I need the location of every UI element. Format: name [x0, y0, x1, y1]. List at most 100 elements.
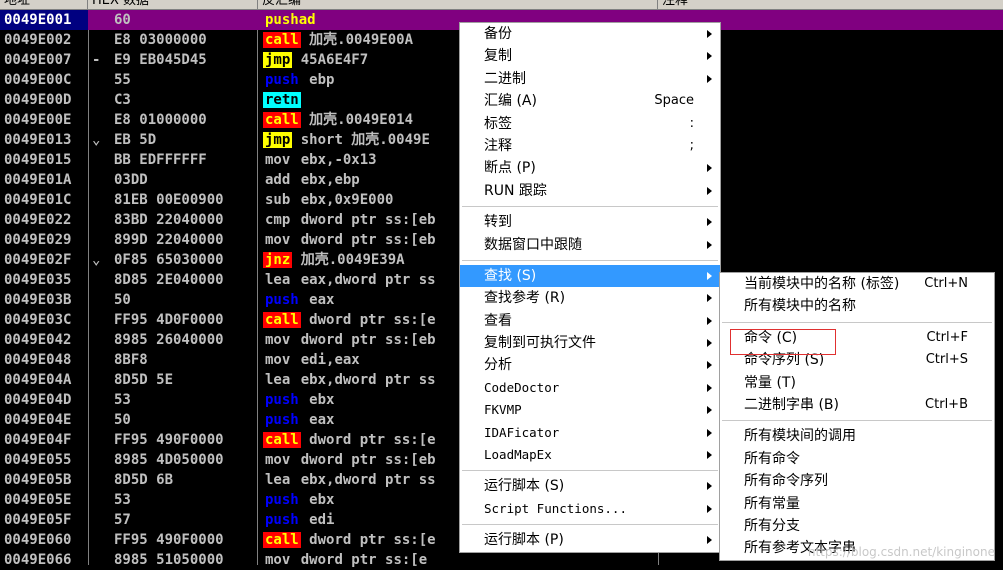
menu-item-label: 二进制字串 (B) [744, 396, 839, 413]
menu-item-16[interactable]: 分析 [460, 354, 720, 376]
menu-item-find-0[interactable]: 当前模块中的名称 (标签) Ctrl+N [720, 273, 994, 295]
menu-item-20[interactable]: LoadMapEx [460, 444, 720, 466]
row-operands: eax [309, 412, 335, 428]
row-hex-bytes: 8D85 2E040000 [114, 272, 224, 288]
menu-item-find-1[interactable]: 所有模块中的名称 [720, 295, 994, 317]
menu-item-find-3[interactable]: 命令 (C) Ctrl+F [720, 327, 994, 349]
menu-item-find-5[interactable]: 常量 (T) [720, 372, 994, 394]
menu-item-label: 所有分支 [744, 517, 800, 534]
row-address: 0049E05B [4, 472, 72, 488]
menu-item-15[interactable]: 复制到可执行文件 [460, 332, 720, 354]
menu-separator [462, 470, 718, 472]
menu-item-6[interactable]: 断点 (P) [460, 157, 720, 179]
menu-item-3[interactable]: 汇编 (A) Space [460, 90, 720, 112]
menu-item-find-4[interactable]: 命令序列 (S) Ctrl+S [720, 349, 994, 371]
row-operands: ebx,ebp [300, 172, 360, 188]
menu-item-22[interactable]: 运行脚本 (S) [460, 475, 720, 497]
row-hex-bytes: FF95 490F0000 [114, 432, 224, 448]
submenu-arrow-icon [707, 52, 712, 61]
menu-item-find-12[interactable]: 所有分支 [720, 515, 994, 537]
row-operands: ebx,0x9E000 [300, 192, 394, 208]
menu-item-label: 所有常量 [744, 495, 800, 512]
row-mnemonic: call [263, 532, 301, 548]
menu-item-10[interactable]: 数据窗口中跟随 [460, 234, 720, 256]
menu-item-18[interactable]: FKVMP [460, 399, 720, 421]
menu-item-2[interactable]: 二进制 [460, 68, 720, 90]
row-address: 0049E007 [4, 52, 72, 68]
column-header-hex[interactable]: HEX 数据 [88, 0, 258, 9]
row-address: 0049E001 [0, 10, 88, 30]
submenu-arrow-icon [707, 504, 712, 513]
menu-item-19[interactable]: IDAFicator [460, 422, 720, 444]
submenu-arrow-icon [707, 482, 712, 491]
row-operands: ebx [309, 492, 335, 508]
menu-item-7[interactable]: RUN 跟踪 [460, 180, 720, 202]
row-mnemonic: call [263, 112, 301, 128]
row-mnemonic: add [265, 172, 291, 188]
row-mnemonic: call [263, 32, 301, 48]
row-hex-bytes: 50 [114, 292, 131, 308]
menu-item-0[interactable]: 备份 [460, 23, 720, 45]
row-operands: dword ptr ss:[e [309, 432, 436, 448]
row-address: 0049E04A [4, 372, 72, 388]
menu-item-find-8[interactable]: 所有模块间的调用 [720, 425, 994, 447]
submenu-arrow-icon [707, 186, 712, 195]
menu-item-label: RUN 跟踪 [484, 182, 547, 199]
row-mnemonic: jmp [263, 132, 293, 148]
column-header-comment[interactable]: 注释 [658, 0, 1003, 9]
menu-item-13[interactable]: 查找参考 (R) [460, 287, 720, 309]
menu-item-label: 所有命令序列 [744, 473, 828, 490]
row-address: 0049E00E [4, 112, 72, 128]
row-operands: ebx,dword ptr ss [300, 472, 436, 488]
row-address: 0049E015 [4, 152, 72, 168]
column-header-disasm[interactable]: 反汇编 [258, 0, 658, 9]
submenu-arrow-icon [707, 451, 712, 460]
row-mnemonic: pushad [265, 12, 316, 28]
submenu-arrow-icon [707, 383, 712, 392]
menu-item-shortcut: Space [654, 93, 694, 109]
column-header-address[interactable]: 地址 [0, 0, 88, 9]
row-mnemonic: lea [265, 472, 291, 488]
menu-item-9[interactable]: 转到 [460, 211, 720, 233]
row-disassembly: mov dword ptr ss:[e [263, 550, 663, 570]
row-address: 0049E01A [4, 172, 72, 188]
menu-item-find-6[interactable]: 二进制字串 (B) Ctrl+B [720, 394, 994, 416]
row-address: 0049E048 [4, 352, 72, 368]
row-hex-bytes: 55 [114, 72, 131, 88]
row-mnemonic: mov [265, 332, 291, 348]
row-hex-bytes: FF95 490F0000 [114, 532, 224, 548]
menu-item-shortcut: : [689, 115, 694, 131]
menu-item-find-10[interactable]: 所有命令序列 [720, 470, 994, 492]
menu-item-label: 标签 [484, 115, 512, 132]
row-operands: edi [309, 512, 335, 528]
menu-item-25[interactable]: 运行脚本 (P) [460, 529, 720, 551]
row-hex-bytes: 0F85 65030000 [114, 252, 224, 268]
row-mnemonic: lea [265, 272, 291, 288]
row-address: 0049E060 [4, 532, 72, 548]
submenu-arrow-icon [707, 240, 712, 249]
row-address: 0049E03C [4, 312, 72, 328]
menu-item-find-9[interactable]: 所有命令 [720, 448, 994, 470]
row-mnemonic: cmp [265, 212, 291, 228]
row-hex-bytes: E8 01000000 [114, 112, 207, 128]
menu-item-14[interactable]: 查看 [460, 310, 720, 332]
submenu-arrow-icon [707, 428, 712, 437]
menu-item-1[interactable]: 复制 [460, 45, 720, 67]
menu-item-label: 运行脚本 (P) [484, 532, 564, 549]
menu-item-label: 注释 [484, 137, 512, 154]
menu-item-label: 常量 (T) [744, 374, 796, 391]
row-address: 0049E04D [4, 392, 72, 408]
menu-item-find-11[interactable]: 所有常量 [720, 493, 994, 515]
menu-item-label: IDAFicator [484, 424, 560, 440]
submenu-arrow-icon [707, 271, 712, 280]
row-operands: dword ptr ss:[eb [300, 212, 436, 228]
menu-item-12[interactable]: 查找 (S) [460, 264, 720, 288]
menu-item-23[interactable]: Script Functions... [460, 498, 720, 520]
row-hex-bytes: 8D5D 6B [114, 472, 174, 488]
row-mnemonic: jmp [263, 52, 293, 68]
watermark-text: https://blog.csdn.net/kinginone [807, 545, 995, 559]
menu-item-label: CodeDoctor [484, 379, 560, 395]
menu-item-5[interactable]: 注释; [460, 135, 720, 157]
menu-item-4[interactable]: 标签: [460, 113, 720, 135]
menu-item-17[interactable]: CodeDoctor [460, 377, 720, 399]
